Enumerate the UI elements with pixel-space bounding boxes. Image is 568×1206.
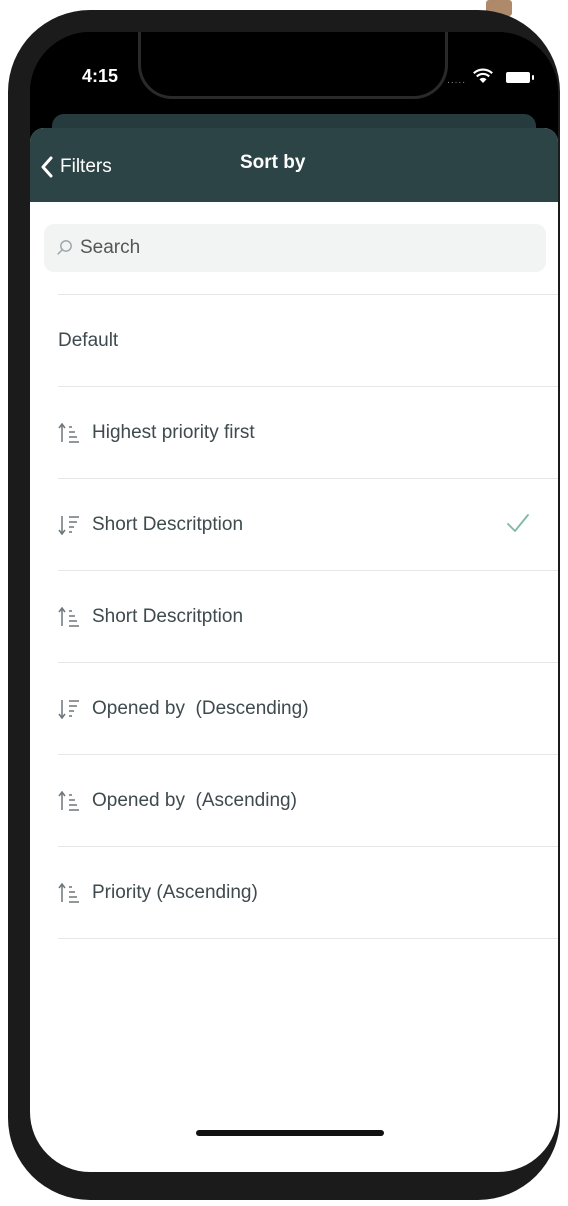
search-bar[interactable]	[44, 224, 546, 272]
sort-sheet: Filters Sort by Default	[30, 128, 558, 1172]
sort-ascending-icon	[58, 606, 79, 627]
sort-option-opened-by-ascending[interactable]: Opened by (Ascending)	[30, 755, 558, 846]
sort-option-default[interactable]: Default	[30, 295, 558, 386]
sort-option-label: Opened by (Ascending)	[92, 789, 297, 811]
sort-option-label: Default	[58, 329, 119, 351]
search-icon	[57, 240, 72, 255]
sort-ascending-icon	[58, 882, 79, 903]
phone-screen: 4:15 ..... Filters Sort by Search Defaul…	[30, 32, 558, 1172]
sort-descending-icon	[58, 515, 79, 535]
battery-icon	[506, 72, 534, 83]
sort-descending-icon	[58, 699, 79, 719]
sort-option-label: Opened by (Descending)	[92, 697, 309, 719]
sort-option-opened-by-descending[interactable]: Opened by (Descending)	[30, 663, 558, 754]
wifi-icon	[473, 68, 493, 83]
sort-ascending-icon	[58, 422, 79, 443]
search-input[interactable]	[78, 236, 522, 260]
back-button[interactable]: Filters	[40, 152, 112, 182]
home-indicator	[196, 1130, 384, 1136]
chevron-left-icon	[41, 156, 53, 178]
phone-frame: 4:15 ..... Filters Sort by Search Defaul…	[8, 10, 560, 1200]
sort-option-short-description-descending[interactable]: Short Descritption	[30, 479, 558, 570]
back-button-label: Filters	[60, 156, 112, 177]
sort-option-label: Priority (Ascending)	[92, 881, 258, 903]
sort-ascending-icon	[58, 790, 79, 811]
sort-option-label: Short Descritption	[92, 513, 244, 535]
sort-option-short-description-ascending[interactable]: Short Descritption	[30, 571, 558, 662]
navigation-bar: Filters Sort by	[30, 128, 558, 202]
signal-icon: .....	[447, 75, 466, 86]
divider	[58, 938, 558, 939]
sort-option-label: Short Descritption	[92, 605, 244, 627]
sort-option-highest-priority-first[interactable]: Highest priority first	[30, 387, 558, 478]
status-time: 4:15	[82, 66, 119, 86]
page-title: Sort by	[240, 152, 306, 173]
checkmark-icon	[507, 514, 529, 532]
sort-option-priority-ascending[interactable]: Priority (Ascending)	[30, 847, 558, 938]
sort-options-list: Default Highest priority first Short Des…	[30, 294, 558, 939]
notch	[138, 32, 448, 99]
sort-option-label: Highest priority first	[92, 421, 255, 443]
